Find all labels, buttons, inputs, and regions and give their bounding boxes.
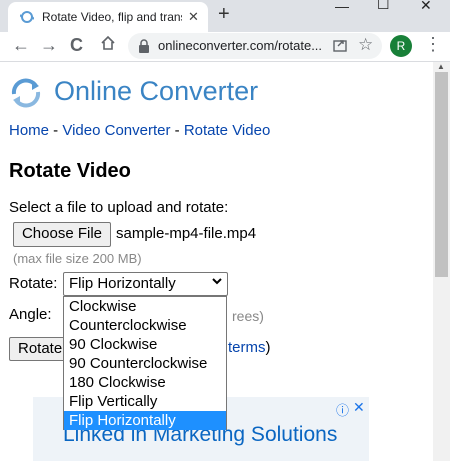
dropdown-option[interactable]: 90 Counterclockwise <box>64 354 226 373</box>
breadcrumb-rotate-video-link[interactable]: Rotate Video <box>184 122 270 139</box>
max-file-size-note: (max file size 200 MB) <box>13 251 142 266</box>
tab-title: Rotate Video, flip and transpo <box>42 10 182 24</box>
browser-toolbar: ← → C onlineconverter.com/rotate... ☆ <box>0 32 450 62</box>
dropdown-option[interactable]: Flip Horizontally <box>64 411 226 430</box>
ad-close-icon[interactable]: ✕ <box>353 399 365 416</box>
rotate-dropdown-list[interactable]: Clockwise Counterclockwise 90 Clockwise … <box>63 296 227 430</box>
upload-prompt: Select a file to upload and rotate: <box>9 199 229 216</box>
close-window-icon[interactable]: ✕ <box>420 0 432 13</box>
page-scrollbar[interactable]: ▲ <box>433 62 450 461</box>
tab-bar: Rotate Video, flip and transpo ✕ + — ☐ ✕ <box>0 0 450 32</box>
rotate-select-value: Flip Horizontally <box>69 275 176 292</box>
logo-icon[interactable] <box>8 76 44 110</box>
share-icon[interactable] <box>332 37 348 53</box>
breadcrumb-separator: - <box>170 122 184 139</box>
rotate-select[interactable]: Flip Horizontally <box>63 272 228 296</box>
maximize-icon[interactable]: ☐ <box>377 0 390 12</box>
site-favicon-icon <box>20 11 34 23</box>
minimize-icon[interactable]: — <box>335 0 349 14</box>
breadcrumb-home-link[interactable]: Home <box>9 122 49 139</box>
forward-icon[interactable]: → <box>40 35 58 56</box>
dropdown-option[interactable]: Flip Vertically <box>64 392 226 411</box>
home-icon[interactable] <box>100 35 116 56</box>
site-logo-text[interactable]: Online Converter <box>54 76 258 107</box>
angle-label: Angle: <box>9 306 52 323</box>
selected-file-name: sample-mp4-file.mp4 <box>116 225 257 242</box>
page-title: Rotate Video <box>9 160 131 182</box>
address-bar[interactable]: onlineconverter.com/rotate... ☆ <box>128 33 382 59</box>
rotate-label: Rotate: <box>9 275 58 292</box>
ad-info-icon[interactable]: ⓘ <box>336 400 349 419</box>
bookmark-star-icon[interactable]: ☆ <box>358 35 373 55</box>
lock-icon <box>139 39 149 53</box>
angle-degrees-hint: rees) <box>232 308 264 324</box>
dropdown-option[interactable]: 90 Clockwise <box>64 335 226 354</box>
browser-tab[interactable]: Rotate Video, flip and transpo ✕ <box>8 2 208 32</box>
dropdown-option[interactable]: Counterclockwise <box>64 316 226 335</box>
breadcrumb-video-converter-link[interactable]: Video Converter <box>62 122 170 139</box>
tab-close-icon[interactable]: ✕ <box>188 9 199 25</box>
terms-link[interactable]: terms <box>228 339 266 356</box>
scroll-up-icon[interactable]: ▲ <box>437 62 445 71</box>
choose-file-button[interactable]: Choose File <box>13 222 111 247</box>
terms-close-paren: ) <box>265 339 271 356</box>
new-tab-button[interactable]: + <box>218 3 230 26</box>
dropdown-option[interactable]: 180 Clockwise <box>64 373 226 392</box>
dropdown-option[interactable]: Clockwise <box>64 297 226 316</box>
reload-icon[interactable]: C <box>70 35 83 56</box>
scroll-thumb[interactable] <box>435 72 448 277</box>
breadcrumb-separator: - <box>49 122 63 139</box>
breadcrumb: Home - Video Converter - Rotate Video <box>9 122 270 139</box>
chevron-down-icon <box>211 275 223 290</box>
url-text[interactable]: onlineconverter.com/rotate... <box>158 38 322 53</box>
terms-text: terms) <box>228 339 271 356</box>
back-icon[interactable]: ← <box>12 35 30 56</box>
profile-avatar[interactable]: R <box>390 35 412 57</box>
browser-menu-icon[interactable]: ⋮ <box>424 34 442 55</box>
